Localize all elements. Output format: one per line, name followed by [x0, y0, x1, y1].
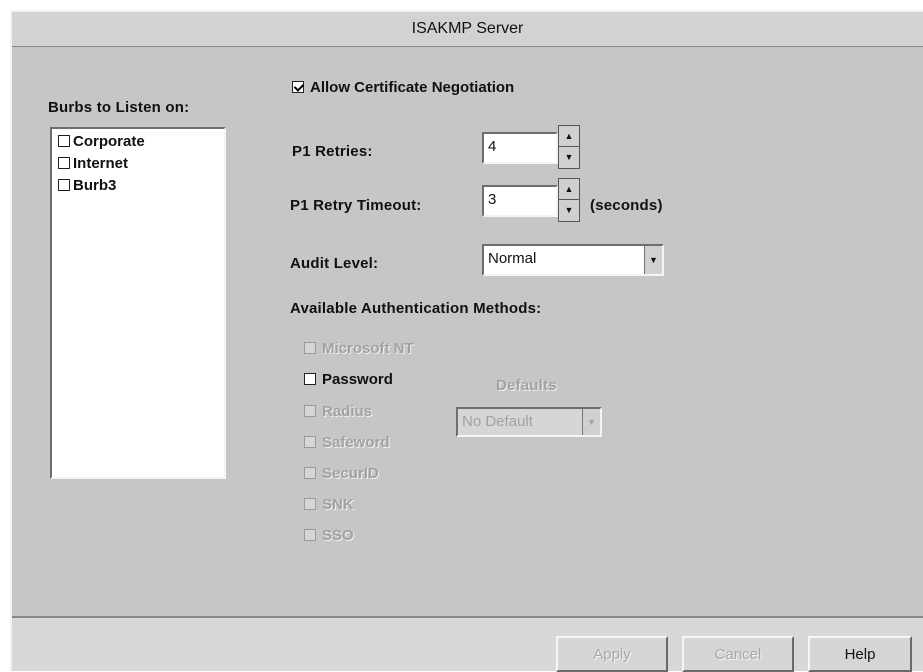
p1-retries-input[interactable]: 4 [482, 132, 558, 164]
window-title: ISAKMP Server [12, 12, 923, 47]
password-checkbox[interactable] [304, 373, 316, 385]
list-item-burb3[interactable]: Burb3 [58, 177, 116, 194]
corporate-checkbox[interactable] [58, 135, 70, 147]
auth-method-label: Password [322, 371, 393, 388]
defaults-select[interactable]: No Default ▼ [456, 407, 602, 437]
auth-methods-label: Available Authentication Methods: [290, 300, 542, 317]
sso-checkbox[interactable] [304, 529, 316, 541]
chevron-down-icon[interactable]: ▼ [644, 246, 662, 274]
p1-retries-label: P1 Retries: [292, 143, 373, 160]
list-item-label: Corporate [73, 133, 145, 150]
auth-method-label: Radius [322, 403, 373, 420]
auth-method-securid[interactable]: SecurID [304, 465, 379, 482]
p1-retry-timeout-input[interactable]: 3 [482, 185, 558, 217]
radius-checkbox[interactable] [304, 405, 316, 417]
auth-method-safeword[interactable]: Safeword [304, 434, 390, 451]
isakmp-server-window: ISAKMP Server Burbs to Listen on: Corpor… [10, 10, 923, 672]
button-bar: Apply Cancel Help [12, 618, 923, 672]
cert-negotiation-label: Allow Certificate Negotiation [310, 79, 515, 96]
burb3-checkbox[interactable] [58, 179, 70, 191]
auth-method-microsoft-nt[interactable]: Microsoft NT [304, 340, 414, 357]
defaults-value: No Default [462, 413, 533, 430]
audit-level-label: Audit Level: [290, 255, 379, 272]
cert-negotiation-checkbox[interactable] [292, 81, 304, 93]
microsoft-nt-checkbox[interactable] [304, 342, 316, 354]
chevron-down-icon[interactable]: ▼ [582, 409, 600, 435]
burbs-label: Burbs to Listen on: [48, 99, 190, 116]
auth-method-snk[interactable]: SNK [304, 496, 354, 513]
auth-method-radius[interactable]: Radius [304, 403, 372, 420]
burbs-listbox[interactable]: Corporate Internet Burb3 [50, 127, 226, 479]
auth-method-label: Microsoft NT [322, 340, 414, 357]
audit-level-select[interactable]: Normal ▼ [482, 244, 664, 276]
list-item-corporate[interactable]: Corporate [58, 133, 145, 150]
spin-up-icon[interactable]: ▲ [559, 179, 579, 200]
safeword-checkbox[interactable] [304, 436, 316, 448]
spin-down-icon[interactable]: ▼ [559, 200, 579, 221]
p1-retries-spinner[interactable]: ▲ ▼ [558, 125, 580, 169]
cancel-button[interactable]: Cancel [682, 636, 794, 672]
list-item-label: Burb3 [73, 177, 117, 194]
seconds-unit-label: (seconds) [590, 197, 663, 214]
auth-method-password[interactable]: Password [304, 371, 393, 388]
auth-method-label: SecurID [322, 465, 379, 482]
apply-button[interactable]: Apply [556, 636, 668, 672]
list-item-internet[interactable]: Internet [58, 155, 128, 172]
securid-checkbox[interactable] [304, 467, 316, 479]
p1-retry-timeout-label: P1 Retry Timeout: [290, 197, 422, 214]
internet-checkbox[interactable] [58, 157, 70, 169]
snk-checkbox[interactable] [304, 498, 316, 510]
audit-level-value: Normal [488, 250, 537, 267]
spin-down-icon[interactable]: ▼ [559, 147, 579, 168]
list-item-label: Internet [73, 155, 129, 172]
cert-negotiation-row[interactable]: Allow Certificate Negotiation [292, 79, 514, 96]
auth-method-label: SSO [322, 527, 354, 544]
p1-retry-timeout-spinner[interactable]: ▲ ▼ [558, 178, 580, 222]
auth-method-label: Safeword [322, 434, 390, 451]
help-button[interactable]: Help [808, 636, 912, 672]
auth-method-sso[interactable]: SSO [304, 527, 354, 544]
spin-up-icon[interactable]: ▲ [559, 126, 579, 147]
auth-method-label: SNK [322, 496, 354, 513]
settings-panel: Burbs to Listen on: Corporate Internet B… [12, 47, 923, 618]
defaults-label: Defaults [496, 377, 557, 394]
